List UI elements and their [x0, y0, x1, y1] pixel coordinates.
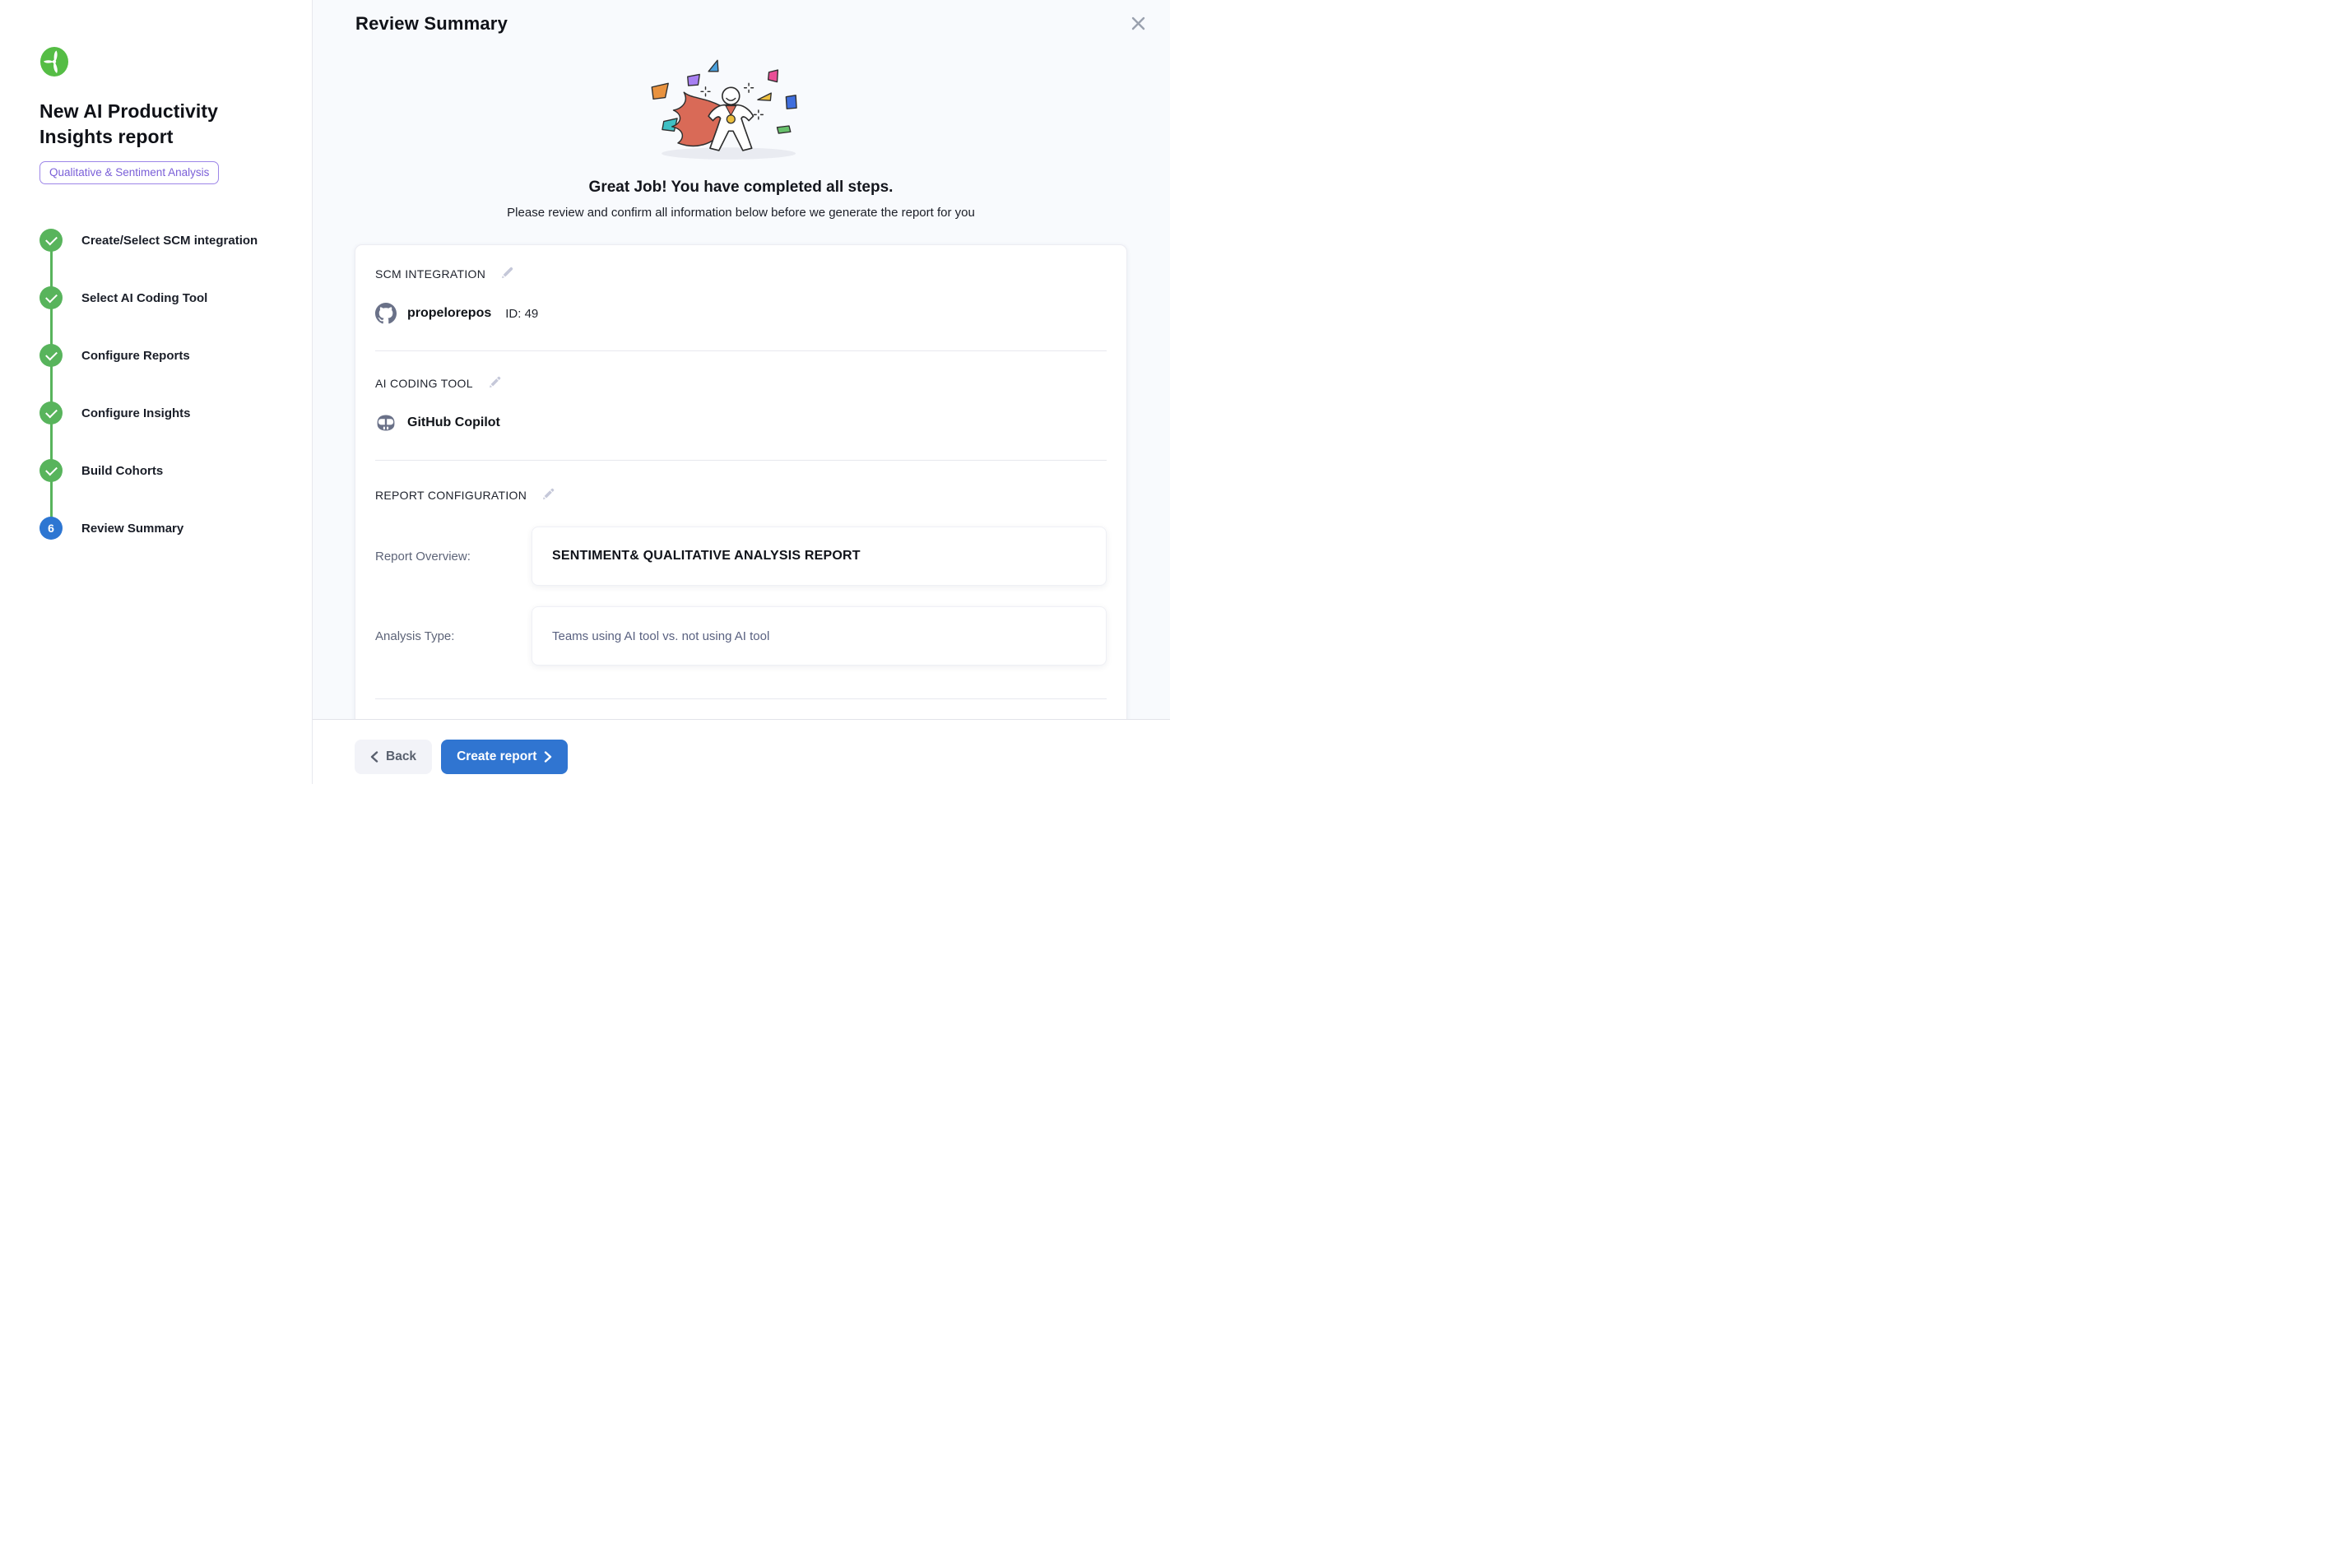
scm-section-label: SCM INTEGRATION: [375, 267, 485, 281]
scm-integration-name: propelorepos: [407, 306, 491, 321]
step-select-ai-coding-tool[interactable]: Select AI Coding Tool: [39, 286, 282, 309]
propelo-logo-icon: [39, 46, 69, 77]
close-icon[interactable]: [1128, 13, 1149, 34]
report-overview-row: Report Overview: SENTIMENT& QUALITATIVE …: [375, 527, 1107, 586]
congrats-heading: Great Job! You have completed all steps.: [355, 179, 1127, 197]
panel-header: Review Summary: [313, 0, 1170, 35]
edit-tool-pencil-icon[interactable]: [487, 376, 501, 390]
scm-integration-row: propelorepos ID: 49: [375, 303, 1107, 324]
step-configure-insights[interactable]: Configure Insights: [39, 401, 282, 424]
wizard-title: New AI Productivity Insights report: [39, 99, 274, 150]
report-section-header: REPORT CONFIGURATION: [375, 488, 1107, 502]
page-title: Review Summary: [355, 13, 508, 35]
scm-integration-id: ID: 49: [505, 307, 538, 321]
analysis-type-label: Analysis Type:: [375, 629, 532, 643]
wizard-stepper: Create/Select SCM integration Select AI …: [39, 229, 282, 540]
wizard-sidebar: New AI Productivity Insights report Qual…: [0, 0, 313, 784]
stepper-connector-line: [50, 240, 53, 529]
step-configure-reports[interactable]: Configure Reports: [39, 344, 282, 367]
ai-coding-tool-row: GitHub Copilot: [375, 412, 1107, 434]
congrats-subheading: Please review and confirm all informatio…: [355, 206, 1127, 220]
section-divider: [375, 698, 1107, 699]
step-review-summary[interactable]: 6 Review Summary: [39, 517, 282, 540]
back-button[interactable]: Back: [355, 740, 432, 774]
panel-content: Great Job! You have completed all steps.…: [313, 35, 1170, 719]
summary-card: SCM INTEGRATION: [355, 244, 1127, 719]
step-check-icon: [39, 459, 63, 482]
step-check-icon: [39, 229, 63, 252]
chevron-left-icon: [370, 751, 378, 763]
step-check-icon: [39, 344, 63, 367]
chevron-right-icon: [544, 751, 552, 763]
analysis-type-badge: Qualitative & Sentiment Analysis: [39, 161, 219, 184]
new-report-wizard: New AI Productivity Insights report Qual…: [0, 0, 1170, 784]
tool-section-label: AI CODING TOOL: [375, 377, 473, 390]
ai-coding-tool-name: GitHub Copilot: [407, 415, 500, 430]
step-create-select-scm[interactable]: Create/Select SCM integration: [39, 229, 282, 252]
step-check-icon: [39, 401, 63, 424]
wizard-footer: Back Create report: [313, 719, 1170, 784]
review-summary-panel: Review Summary: [313, 0, 1170, 784]
create-report-button[interactable]: Create report: [441, 740, 568, 774]
scm-section-header: SCM INTEGRATION: [375, 267, 1107, 281]
tool-section-header: AI CODING TOOL: [375, 376, 1107, 390]
step-build-cohorts[interactable]: Build Cohorts: [39, 459, 282, 482]
analysis-type-box: Teams using AI tool vs. not using AI too…: [532, 606, 1107, 666]
report-section-label: REPORT CONFIGURATION: [375, 489, 527, 502]
step-number-badge: 6: [39, 517, 63, 540]
step-check-icon: [39, 286, 63, 309]
report-overview-box: SENTIMENT& QUALITATIVE ANALYSIS REPORT: [532, 527, 1107, 586]
github-copilot-icon: [375, 412, 397, 434]
section-divider: [375, 460, 1107, 461]
edit-scm-pencil-icon[interactable]: [499, 267, 513, 281]
github-icon: [375, 303, 397, 324]
report-overview-label: Report Overview:: [375, 550, 532, 564]
analysis-type-value: Teams using AI tool vs. not using AI too…: [552, 629, 769, 643]
celebration-illustration: [355, 54, 1127, 174]
report-overview-value: SENTIMENT& QUALITATIVE ANALYSIS REPORT: [552, 549, 861, 564]
section-divider: [375, 350, 1107, 351]
edit-report-pencil-icon[interactable]: [541, 488, 555, 502]
analysis-type-row: Analysis Type: Teams using AI tool vs. n…: [375, 606, 1107, 666]
